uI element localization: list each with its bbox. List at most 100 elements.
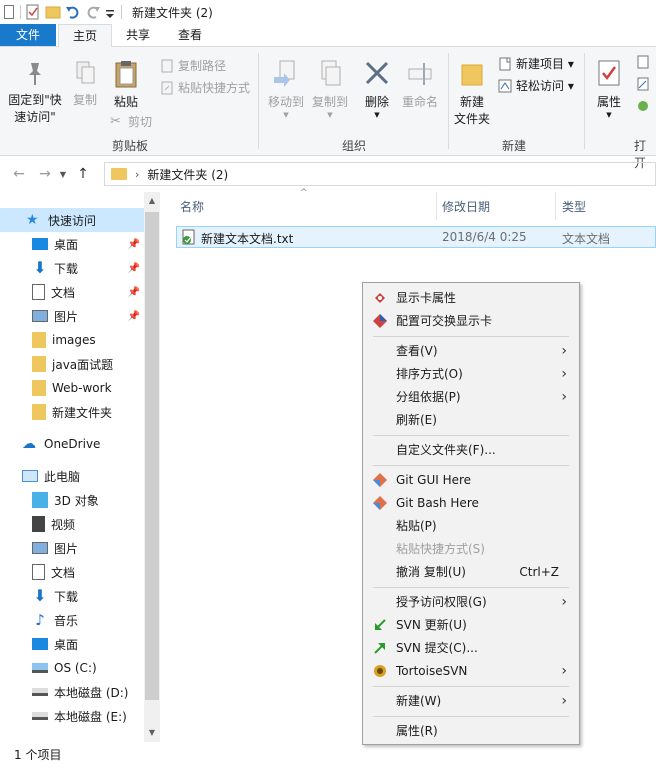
- paste-button[interactable]: 粘贴: [106, 59, 146, 111]
- nav-item-webwork[interactable]: Web-work: [0, 376, 144, 400]
- new-item-button[interactable]: 新建项目 ▾: [498, 55, 574, 72]
- chevron-down-icon: ▼: [283, 111, 289, 119]
- nav-pc-desktop[interactable]: 桌面: [0, 632, 144, 656]
- menu-item-git-gui[interactable]: Git GUI Here: [363, 469, 579, 491]
- copy-path-button[interactable]: 复制路径: [160, 57, 226, 74]
- copy-button[interactable]: 复制: [68, 59, 102, 109]
- film-icon: [32, 516, 45, 532]
- cut-button[interactable]: ✂ 剪切: [110, 113, 152, 130]
- tab-share[interactable]: 共享: [112, 24, 164, 46]
- nav-pc-3d[interactable]: 3D 对象: [0, 488, 144, 512]
- menu-item-undo-copy[interactable]: 撤消 复制(U) Ctrl+Z: [363, 561, 579, 583]
- pin-icon[interactable]: 📌: [128, 287, 140, 298]
- menu-item-properties[interactable]: 属性(R): [363, 720, 579, 742]
- easy-access-icon: [498, 79, 512, 92]
- nav-item-newfolder[interactable]: 新建文件夹: [0, 400, 144, 424]
- menu-item-customize-folder[interactable]: 自定义文件夹(F)...: [363, 439, 579, 461]
- history-icon[interactable]: [636, 99, 650, 113]
- column-header-modified[interactable]: 修改日期: [442, 196, 490, 220]
- nav-item-desktop[interactable]: 桌面 📌: [0, 232, 144, 256]
- forward-arrow-icon[interactable]: →: [34, 166, 56, 182]
- nav-pc-drive-c[interactable]: OS (C:): [0, 656, 144, 680]
- menu-item-svn-commit[interactable]: SVN 提交(C)...: [363, 637, 579, 659]
- rename-button[interactable]: 重命名: [398, 59, 442, 111]
- pictures-icon: [32, 310, 48, 322]
- folder-icon: [32, 404, 46, 420]
- menu-label: SVN 提交(C)...: [396, 641, 478, 655]
- tab-file[interactable]: 文件: [0, 24, 56, 46]
- menu-item-tortoisesvn[interactable]: TortoiseSVN ›: [363, 660, 579, 682]
- menu-item-view[interactable]: 查看(V) ›: [363, 340, 579, 362]
- menu-item-grant-access[interactable]: 授予访问权限(G) ›: [363, 591, 579, 613]
- divider: [373, 587, 569, 588]
- git-icon: [373, 473, 387, 487]
- paste-shortcut-button[interactable]: 粘贴快捷方式: [160, 79, 250, 96]
- pin-icon[interactable]: 📌: [128, 239, 140, 250]
- customize-toolbar-icon[interactable]: [105, 4, 115, 20]
- nav-item-pictures[interactable]: 图片 📌: [0, 304, 144, 328]
- tortoise-icon: [374, 665, 386, 677]
- menu-item-new[interactable]: 新建(W) ›: [363, 690, 579, 712]
- nav-item-images[interactable]: images: [0, 328, 144, 352]
- nav-pc-downloads[interactable]: ⬇ 下载: [0, 584, 144, 608]
- edit-icon[interactable]: [636, 77, 650, 91]
- file-row[interactable]: 新建文本文档.txt 2018/6/4 0:25 文本文档: [176, 226, 656, 248]
- nav-pc-drive-d[interactable]: 本地磁盘 (D:): [0, 680, 144, 704]
- nav-item-downloads[interactable]: ⬇ 下载 📌: [0, 256, 144, 280]
- tab-home[interactable]: 主页: [58, 24, 113, 48]
- menu-item-switchable-graphics[interactable]: 配置可交换显示卡: [363, 310, 579, 332]
- breadcrumb-current[interactable]: 新建文件夹 (2): [147, 166, 228, 183]
- properties-button[interactable]: 属性 ▼: [590, 59, 628, 119]
- menu-item-group-by[interactable]: 分组依据(P) ›: [363, 386, 579, 408]
- graphics-card-icon: [375, 293, 385, 303]
- nav-pc-pictures[interactable]: 图片: [0, 536, 144, 560]
- nav-item-java[interactable]: java面试题: [0, 352, 144, 376]
- pin-quick-access-button[interactable]: 固定到"快 速访问": [4, 59, 66, 126]
- new-folder-button[interactable]: 新建 文件夹: [452, 59, 492, 128]
- tab-view[interactable]: 查看: [164, 24, 216, 46]
- divider[interactable]: [555, 192, 556, 220]
- file-type: 文本文档: [562, 232, 611, 246]
- nav-quick-access[interactable]: ★ 快速访问: [0, 208, 144, 232]
- menu-item-refresh[interactable]: 刷新(E): [363, 409, 579, 431]
- nav-pane-scrollbar[interactable]: ▲ ▼: [144, 192, 160, 742]
- properties-check-icon[interactable]: [25, 4, 41, 20]
- nav-label: 下载: [54, 261, 79, 276]
- pin-icon[interactable]: 📌: [128, 311, 140, 322]
- delete-button[interactable]: 删除 ▼: [360, 59, 394, 119]
- menu-item-sort-by[interactable]: 排序方式(O) ›: [363, 363, 579, 385]
- move-to-button[interactable]: 移动到 ▼: [264, 59, 308, 119]
- pin-icon[interactable]: 📌: [128, 263, 140, 274]
- menu-item-git-bash[interactable]: Git Bash Here: [363, 492, 579, 514]
- nav-item-documents[interactable]: 文档 📌: [0, 280, 144, 304]
- scissors-icon: ✂: [110, 113, 121, 129]
- up-arrow-icon[interactable]: ↑: [72, 166, 94, 182]
- menu-item-display-properties[interactable]: 显示卡属性: [363, 287, 579, 309]
- nav-pc-drive-e[interactable]: 本地磁盘 (E:): [0, 704, 144, 728]
- nav-pc-documents[interactable]: 文档: [0, 560, 144, 584]
- menu-item-svn-update[interactable]: SVN 更新(U): [363, 614, 579, 636]
- easy-access-button[interactable]: 轻松访问 ▾: [498, 77, 574, 94]
- nav-pc-videos[interactable]: 视频: [0, 512, 144, 536]
- open-icon[interactable]: [636, 55, 650, 69]
- column-header-type[interactable]: 类型: [562, 196, 586, 220]
- divider[interactable]: [436, 192, 437, 220]
- column-header-name[interactable]: 名称: [180, 196, 204, 220]
- new-folder-icon[interactable]: [45, 4, 61, 20]
- nav-pc-music[interactable]: ♪ 音乐: [0, 608, 144, 632]
- redo-icon[interactable]: [85, 4, 101, 20]
- scroll-up-arrow-icon[interactable]: ▲: [144, 196, 160, 205]
- nav-label: 图片: [54, 541, 79, 556]
- scrollbar-thumb[interactable]: [145, 212, 159, 700]
- menu-item-paste[interactable]: 粘贴(P): [363, 515, 579, 537]
- address-bar[interactable]: › 新建文件夹 (2): [104, 162, 656, 186]
- menu-item-paste-shortcut[interactable]: 粘贴快捷方式(S): [363, 538, 579, 560]
- nav-this-pc[interactable]: 此电脑: [0, 464, 144, 488]
- recent-locations-chevron-icon[interactable]: ▼: [56, 170, 70, 179]
- undo-icon[interactable]: [65, 4, 81, 20]
- back-arrow-icon[interactable]: ←: [8, 166, 30, 182]
- breadcrumb-chevron-icon[interactable]: ›: [135, 168, 139, 181]
- copy-to-button[interactable]: 复制到 ▼: [308, 59, 352, 119]
- nav-onedrive[interactable]: ☁ OneDrive: [0, 432, 144, 456]
- scroll-down-arrow-icon[interactable]: ▼: [144, 728, 160, 737]
